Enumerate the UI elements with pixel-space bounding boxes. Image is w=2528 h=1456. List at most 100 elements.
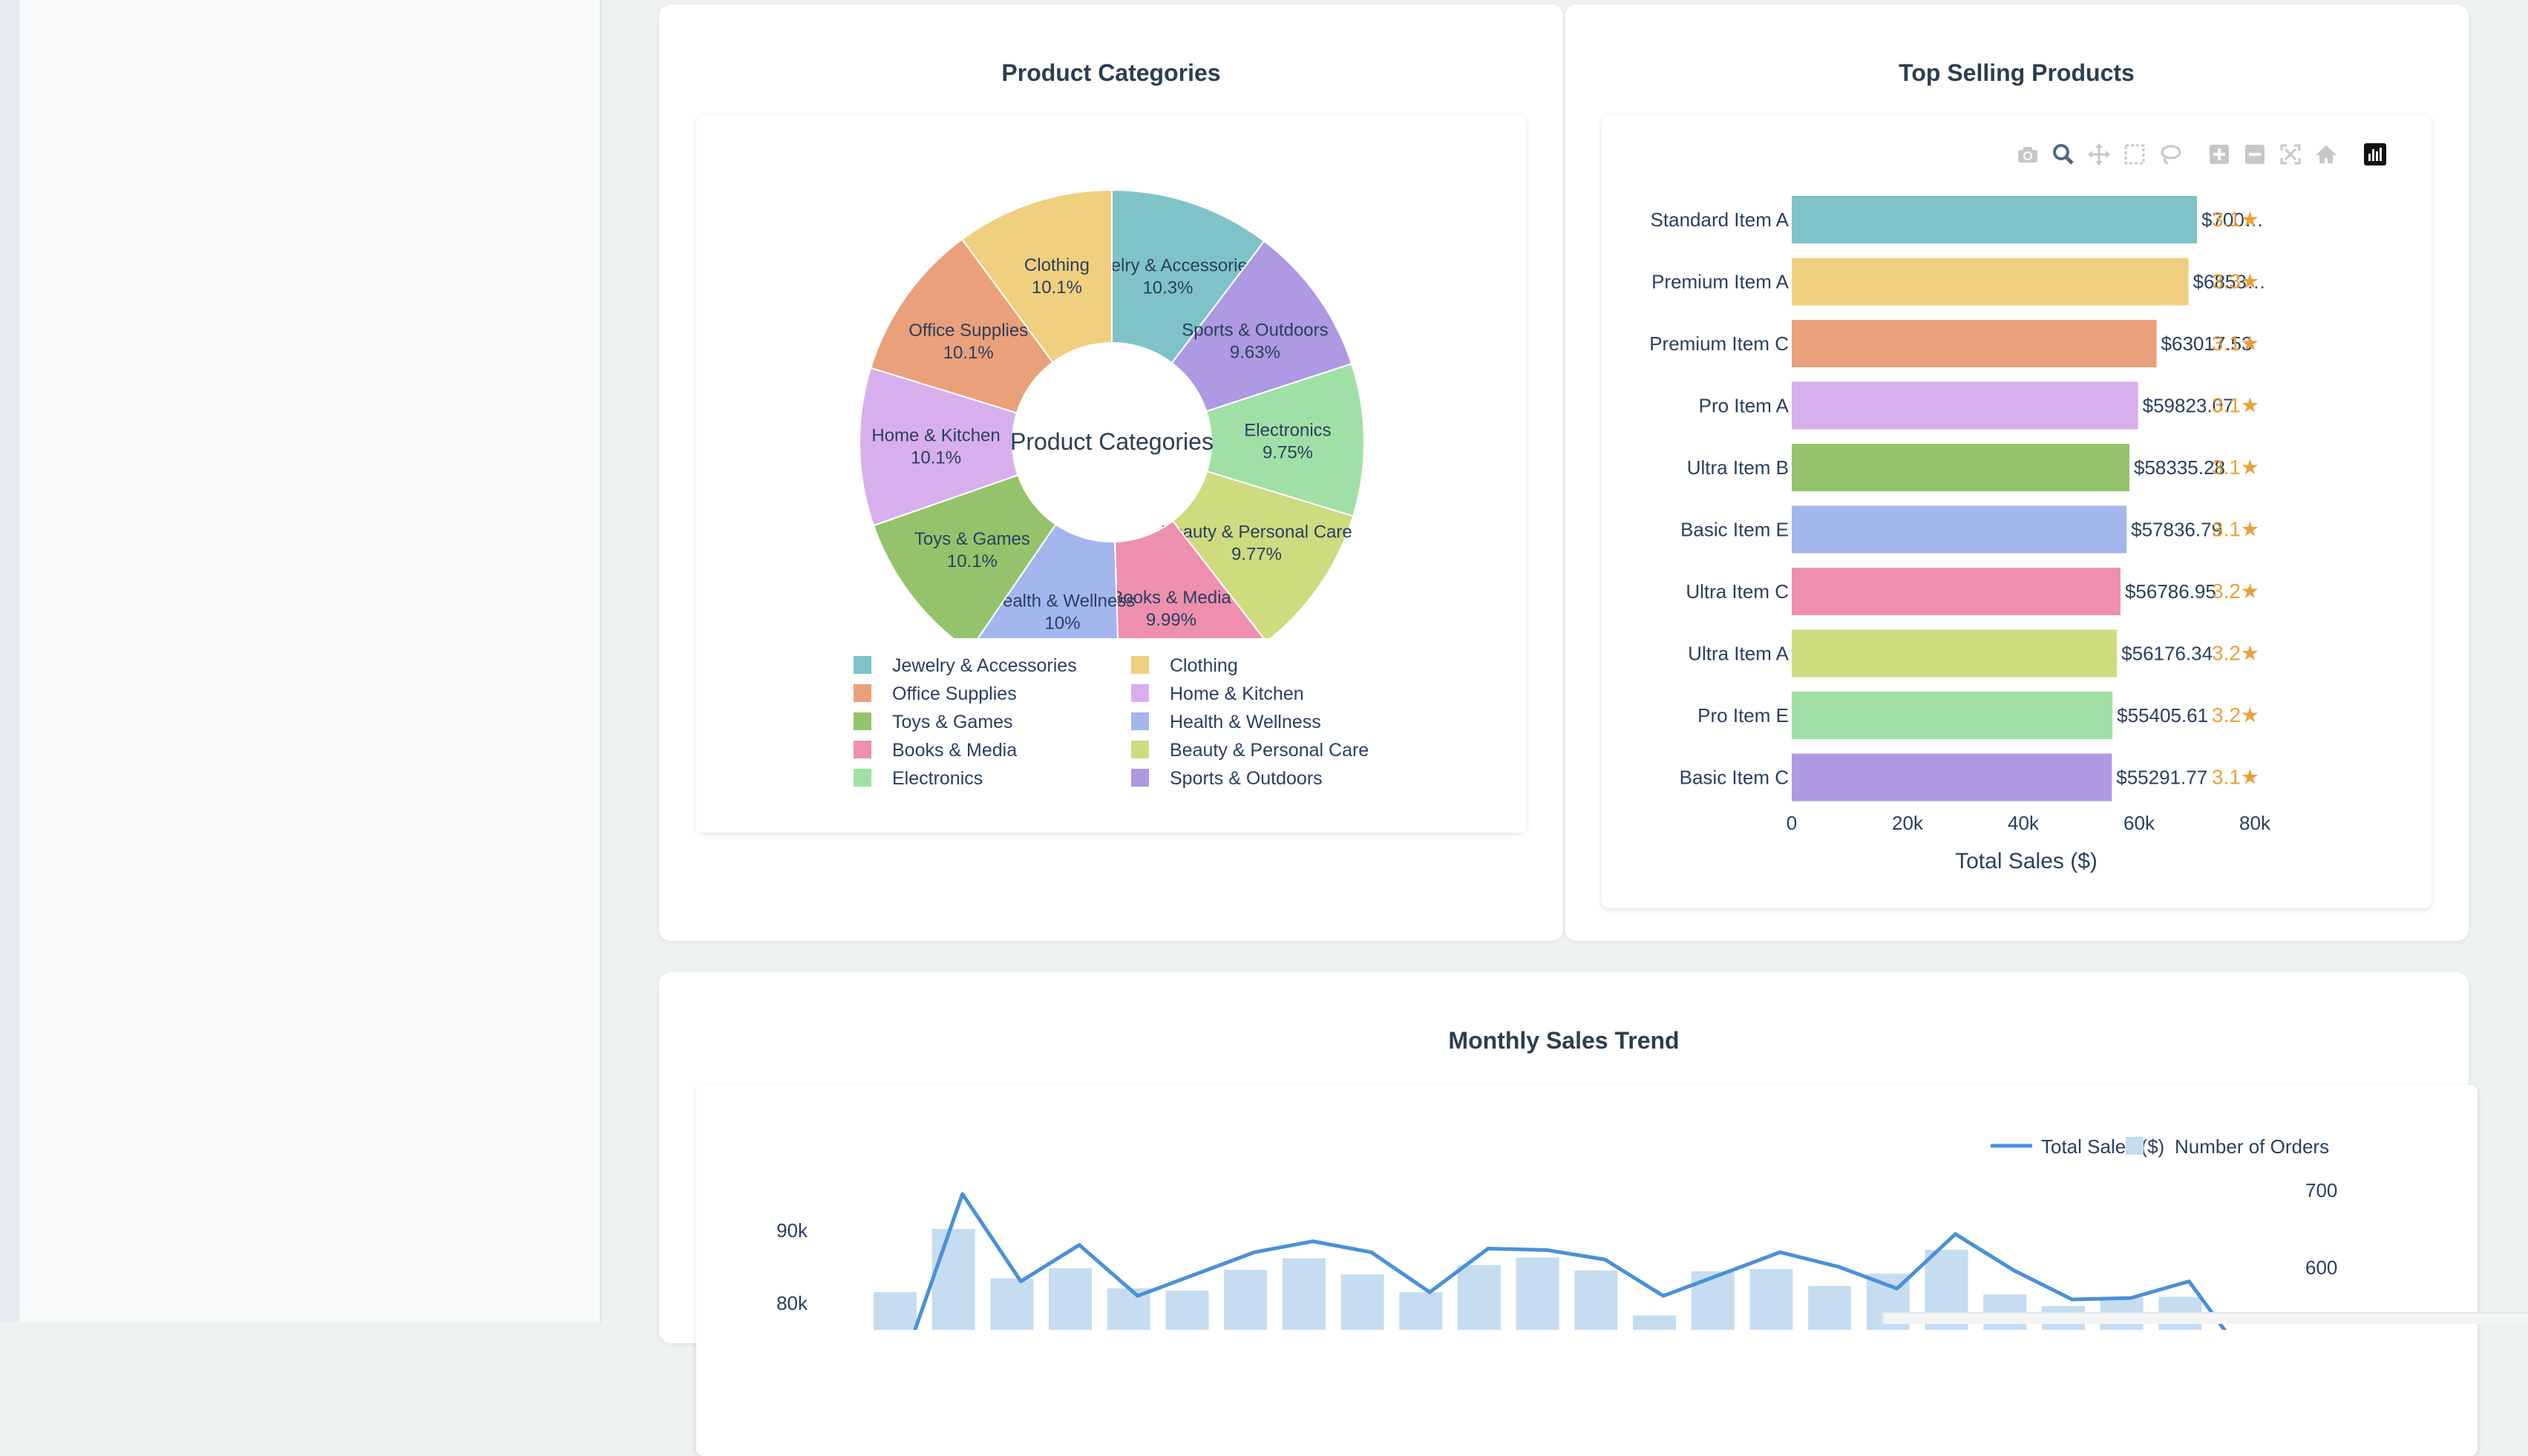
orders-bar[interactable] [1808, 1285, 1852, 1330]
y-tick-label-right: 600 [2305, 1256, 2337, 1279]
bar[interactable] [1792, 258, 2189, 306]
legend-swatch [854, 769, 871, 787]
product-categories-title: Product Categories [1001, 59, 1221, 86]
legend-item-label[interactable]: Books & Media [892, 740, 1017, 761]
monthly-chart[interactable]: 90k 80k 700 600 Total Sales ($) Number of … [696, 1085, 2478, 1362]
bar-category-label: Basic Item C [1680, 767, 1789, 789]
y-tick-label-left: 80k [776, 1292, 808, 1314]
bar[interactable] [1792, 629, 2118, 678]
box-select-icon[interactable] [2117, 141, 2152, 168]
orders-bar[interactable] [1340, 1274, 1384, 1330]
bar[interactable] [1792, 196, 2197, 243]
lasso-icon[interactable] [2152, 141, 2188, 168]
pie-slice-percent: 10% [1044, 613, 1080, 633]
monthly-legend: Total Sales ($) Number of Orders [1991, 1135, 2329, 1158]
pie-chart[interactable]: Jewelry & Accessories 10.3% Sports & Outdo… [696, 116, 1526, 833]
orders-bar[interactable] [1516, 1257, 1559, 1330]
x-tick-label: 40k [2008, 812, 2040, 834]
bar-chart-container[interactable]: Standard Item A $700… 3.1★ Premium Item A $6… [1602, 116, 2432, 908]
x-tick-label: 60k [2123, 812, 2155, 834]
orders-bar[interactable] [1691, 1271, 1735, 1330]
pan-icon[interactable] [2081, 141, 2117, 168]
bar-rating-label: 3.1★ [2212, 456, 2259, 479]
reset-axes-icon[interactable] [2308, 141, 2344, 168]
pie-slice-label: Office Supplies [908, 321, 1028, 341]
legend-item-label[interactable]: Electronics [892, 768, 983, 789]
zoom-out-icon[interactable] [2237, 141, 2273, 168]
orders-bar[interactable] [1749, 1269, 1793, 1330]
bar[interactable] [1792, 444, 2130, 491]
bar-rating-label: 3.1★ [2212, 394, 2259, 417]
bar[interactable] [1792, 692, 2113, 739]
legend-item-label[interactable]: Sports & Outdoors [1170, 768, 1323, 789]
pie-slice-percent: 10.1% [943, 343, 994, 363]
orders-bar[interactable] [1224, 1270, 1268, 1330]
pie-slice-label: Beauty & Personal Care [1161, 522, 1352, 542]
pie-slice-label: Sports & Outdoors [1182, 320, 1328, 340]
line-chart-container[interactable]: 90k 80k 700 600 Total Sales ($) Number of … [696, 1085, 2478, 1456]
legend-orders-swatch [2126, 1137, 2144, 1155]
orders-bar[interactable] [1633, 1315, 1677, 1330]
legend-swatch [854, 656, 871, 674]
camera-icon[interactable] [2010, 141, 2046, 168]
bar-rating-label: 3.2★ [2212, 704, 2259, 727]
pie-slice-percent: 10.1% [1032, 278, 1082, 298]
y-tick-label-right: 700 [2305, 1179, 2337, 1201]
legend-item-label[interactable]: Home & Kitchen [1170, 683, 1304, 704]
page-gutter [0, 0, 19, 1322]
legend-sales-label: Total Sales ($) [2041, 1135, 2164, 1158]
bar-value-label: $57836.79 [2131, 519, 2222, 541]
zoom-in-icon[interactable] [2201, 141, 2237, 168]
monthly-sales-title: Monthly Sales Trend [1448, 1027, 1680, 1054]
legend-item-label[interactable]: Beauty & Personal Care [1170, 740, 1369, 761]
legend-swatch [1131, 712, 1149, 730]
legend-item-label[interactable]: Office Supplies [892, 683, 1017, 704]
orders-bar[interactable] [1574, 1270, 1618, 1330]
pie-slice-percent: 9.99% [1146, 610, 1196, 630]
zoom-icon[interactable] [2046, 141, 2081, 168]
bar-chart[interactable]: Standard Item A $700…3.1★Premium Item A $6… [1602, 116, 2432, 908]
orders-bar[interactable] [1049, 1268, 1093, 1330]
legend-item-label[interactable]: Health & Wellness [1170, 712, 1321, 732]
pie-legend-backdrop [696, 638, 1526, 833]
bar-rating-label: 3.2★ [2212, 580, 2259, 603]
pie-slice-percent: 9.77% [1231, 545, 1282, 565]
autoscale-icon[interactable] [2273, 141, 2308, 168]
legend-item-label[interactable]: Clothing [1170, 655, 1238, 676]
orders-bar[interactable] [1165, 1291, 1209, 1330]
bar-rating-label: 3.3★ [2212, 270, 2259, 293]
bar[interactable] [1792, 753, 2112, 801]
bar[interactable] [1792, 381, 2138, 430]
pie-slice-label: Home & Kitchen [871, 425, 1000, 445]
orders-bar[interactable] [1457, 1265, 1501, 1330]
legend-swatch [1131, 769, 1149, 787]
chart-modebar [2010, 141, 2393, 168]
bar[interactable] [1792, 568, 2121, 615]
pie-slice-label: Clothing [1024, 255, 1090, 275]
bar-category-label: Ultra Item C [1686, 580, 1789, 603]
orders-bar[interactable] [931, 1229, 975, 1330]
bar-rating-label: 3.1★ [2212, 518, 2259, 541]
bar[interactable] [1792, 320, 2157, 367]
legend-swatch [854, 684, 871, 702]
legend-item-label[interactable]: Jewelry & Accessories [892, 655, 1077, 676]
pie-chart-container[interactable]: Jewelry & Accessories 10.3% Sports & Outdo… [696, 116, 1526, 833]
orders-bar[interactable] [1282, 1258, 1326, 1330]
pie-slice-percent: 10.3% [1142, 278, 1193, 298]
legend-item-label[interactable]: Toys & Games [892, 712, 1013, 732]
bar[interactable] [1792, 505, 2127, 554]
x-tick-label: 20k [1892, 812, 1924, 834]
pie-slice-label: Health & Wellness [990, 591, 1136, 611]
orders-bar[interactable] [1399, 1292, 1443, 1330]
pie-slice-percent: 10.1% [947, 551, 998, 571]
bar-category-label: Pro Item A [1699, 395, 1789, 417]
pie-slice-percent: 9.75% [1263, 443, 1313, 463]
orders-bar[interactable] [874, 1292, 917, 1330]
bar-rating-label: 3.1★ [2212, 208, 2259, 231]
bar-value-label: $55291.77 [2116, 767, 2207, 789]
bar-category-label: Ultra Item A [1688, 643, 1789, 665]
legend-swatch [854, 741, 871, 758]
top-selling-title: Top Selling Products [1899, 59, 2135, 86]
pie-slice-label: Toys & Games [914, 529, 1030, 549]
plotly-logo-icon[interactable] [2357, 141, 2393, 168]
